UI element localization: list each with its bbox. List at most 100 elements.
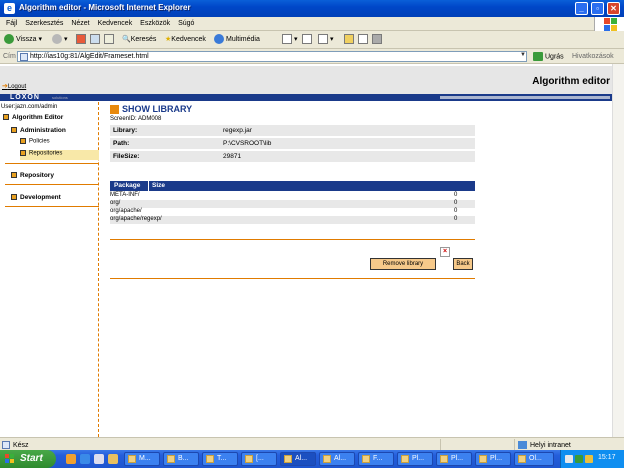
task-label: Ol... (529, 455, 542, 462)
back-label: Vissza (16, 36, 37, 43)
remove-library-button[interactable]: Remove library (370, 258, 436, 270)
logout-link[interactable]: ➔Logout (2, 82, 26, 90)
start-button[interactable]: Start (0, 450, 56, 468)
minimize-button[interactable]: _ (575, 2, 588, 15)
menu-file[interactable]: Fájl (6, 20, 17, 27)
maximize-button[interactable]: ▫ (591, 2, 604, 15)
nav-policies[interactable]: Policies (20, 138, 99, 148)
task-button[interactable]: Al... (319, 452, 355, 466)
sidebar: User:jazn.com/admin Algorithm Editor Adm… (0, 102, 99, 437)
history-button[interactable]: ▾ (282, 34, 297, 46)
table-row: org/apache/ 0 (110, 208, 475, 216)
status-bar: Kész Helyi intranet (0, 437, 624, 450)
search-button[interactable]: 🔍Keresés (122, 34, 156, 46)
edit-button[interactable] (344, 34, 354, 46)
tree-node-icon (11, 194, 17, 201)
nav-algorithm-editor[interactable]: Algorithm Editor (3, 114, 63, 121)
media-label: Multimédia (226, 36, 260, 43)
app-header: ➔Logout Algorithm editor (0, 66, 612, 94)
links-button[interactable]: Hivatkozások (572, 53, 614, 60)
mail-button[interactable] (302, 34, 312, 46)
folder-icon[interactable] (108, 454, 118, 464)
discuss-button[interactable] (358, 34, 368, 46)
mail-icon (302, 34, 312, 45)
address-input[interactable]: http://ias10g:81/AlgEdit/Frameset.html (17, 51, 527, 62)
messenger-button[interactable] (372, 34, 382, 46)
window-title-bar[interactable]: e Algorithm editor - Microsoft Internet … (0, 0, 624, 17)
task-label: B... (178, 455, 189, 462)
nav-administration[interactable]: Administration (11, 127, 66, 134)
task-button[interactable]: F... (358, 452, 394, 466)
go-button[interactable]: Ugrás (533, 52, 564, 61)
tree-node-icon (3, 114, 9, 121)
status-divider (440, 439, 441, 450)
menu-edit[interactable]: Szerkesztés (25, 20, 63, 27)
nav-repositories[interactable]: Repositories (20, 150, 99, 160)
close-button[interactable]: ✕ (607, 2, 620, 15)
media-button[interactable]: Multimédia (214, 34, 260, 46)
taskbar: Start M... B... T... [... Al... Al... F.… (0, 450, 624, 468)
forward-arrow-icon (52, 34, 62, 45)
package-cell: org/apache/regexp/ (110, 216, 162, 222)
ie-quicklaunch-icon[interactable] (80, 454, 90, 464)
package-cell: org/ (110, 200, 121, 206)
task-label: F... (373, 455, 383, 462)
page-icon (2, 441, 10, 449)
stop-button[interactable] (76, 34, 86, 46)
task-label: Pl... (490, 455, 503, 462)
home-button[interactable] (104, 34, 114, 46)
table-row: org/apache/regexp/ 0 (110, 216, 475, 224)
window-title: Algorithm editor - Microsoft Internet Ex… (19, 3, 191, 12)
nav-repository[interactable]: Repository (11, 172, 54, 179)
package-cell: META-INF/ (110, 192, 140, 198)
task-button[interactable]: Pl... (397, 452, 433, 466)
tray-icon[interactable] (565, 455, 573, 463)
zone-label: Helyi intranet (530, 441, 571, 449)
tray-icon[interactable] (575, 455, 583, 463)
task-button[interactable]: [... (241, 452, 277, 466)
forward-button[interactable]: ▾ (52, 34, 68, 46)
edit-icon (344, 34, 354, 45)
task-icon (479, 455, 487, 463)
start-label: Start (20, 453, 43, 464)
back-button[interactable]: Vissza ▾ (4, 34, 42, 46)
logout-label: Logout (7, 84, 27, 90)
table-header: Package Size (110, 181, 475, 191)
vertical-scrollbar[interactable] (612, 64, 624, 437)
task-button[interactable]: M... (124, 452, 160, 466)
task-icon (128, 455, 136, 463)
task-icon (284, 455, 292, 463)
security-zone: Helyi intranet (518, 441, 571, 449)
address-label: Cím (3, 53, 16, 60)
print-button[interactable]: ▾ (318, 34, 333, 46)
tray-icon[interactable] (585, 455, 593, 463)
task-button[interactable]: Pl... (436, 452, 472, 466)
field-label: FileSize: (113, 153, 140, 160)
menu-favorites[interactable]: Kedvencek (98, 20, 133, 27)
nav-repository-label: Repository (20, 172, 54, 179)
task-button-active[interactable]: Al... (280, 452, 316, 466)
user-label: User:jazn.com/admin (1, 104, 58, 110)
desktop-icon[interactable] (94, 454, 104, 464)
address-bar: Cím http://ias10g:81/AlgEdit/Frameset.ht… (0, 49, 624, 64)
menu-tools[interactable]: Eszközök (140, 20, 170, 27)
field-label: Library: (113, 127, 138, 134)
field-path: Path: P:\CVSROOT\lib (110, 138, 475, 149)
task-button[interactable]: T... (202, 452, 238, 466)
task-button[interactable]: Ol... (514, 452, 554, 466)
nav-development[interactable]: Development (11, 194, 61, 201)
toolbar: Vissza ▾ ▾ 🔍Keresés ★Kedvencek Multimédi… (0, 31, 624, 49)
menu-help[interactable]: Súgó (178, 20, 194, 27)
address-dropdown-icon[interactable]: ▼ (519, 52, 527, 61)
task-button[interactable]: B... (163, 452, 199, 466)
favorites-button[interactable]: ★Kedvencek (165, 34, 206, 46)
page-title-label: SHOW LIBRARY (122, 104, 193, 114)
back-page-button[interactable]: Back (453, 258, 473, 270)
task-button[interactable]: Pl... (475, 452, 511, 466)
quicklaunch-icon[interactable] (66, 454, 76, 464)
messenger-icon (372, 34, 382, 45)
menu-view[interactable]: Nézet (71, 20, 89, 27)
intranet-icon (518, 441, 527, 449)
refresh-button[interactable] (90, 34, 100, 46)
task-icon (401, 455, 409, 463)
